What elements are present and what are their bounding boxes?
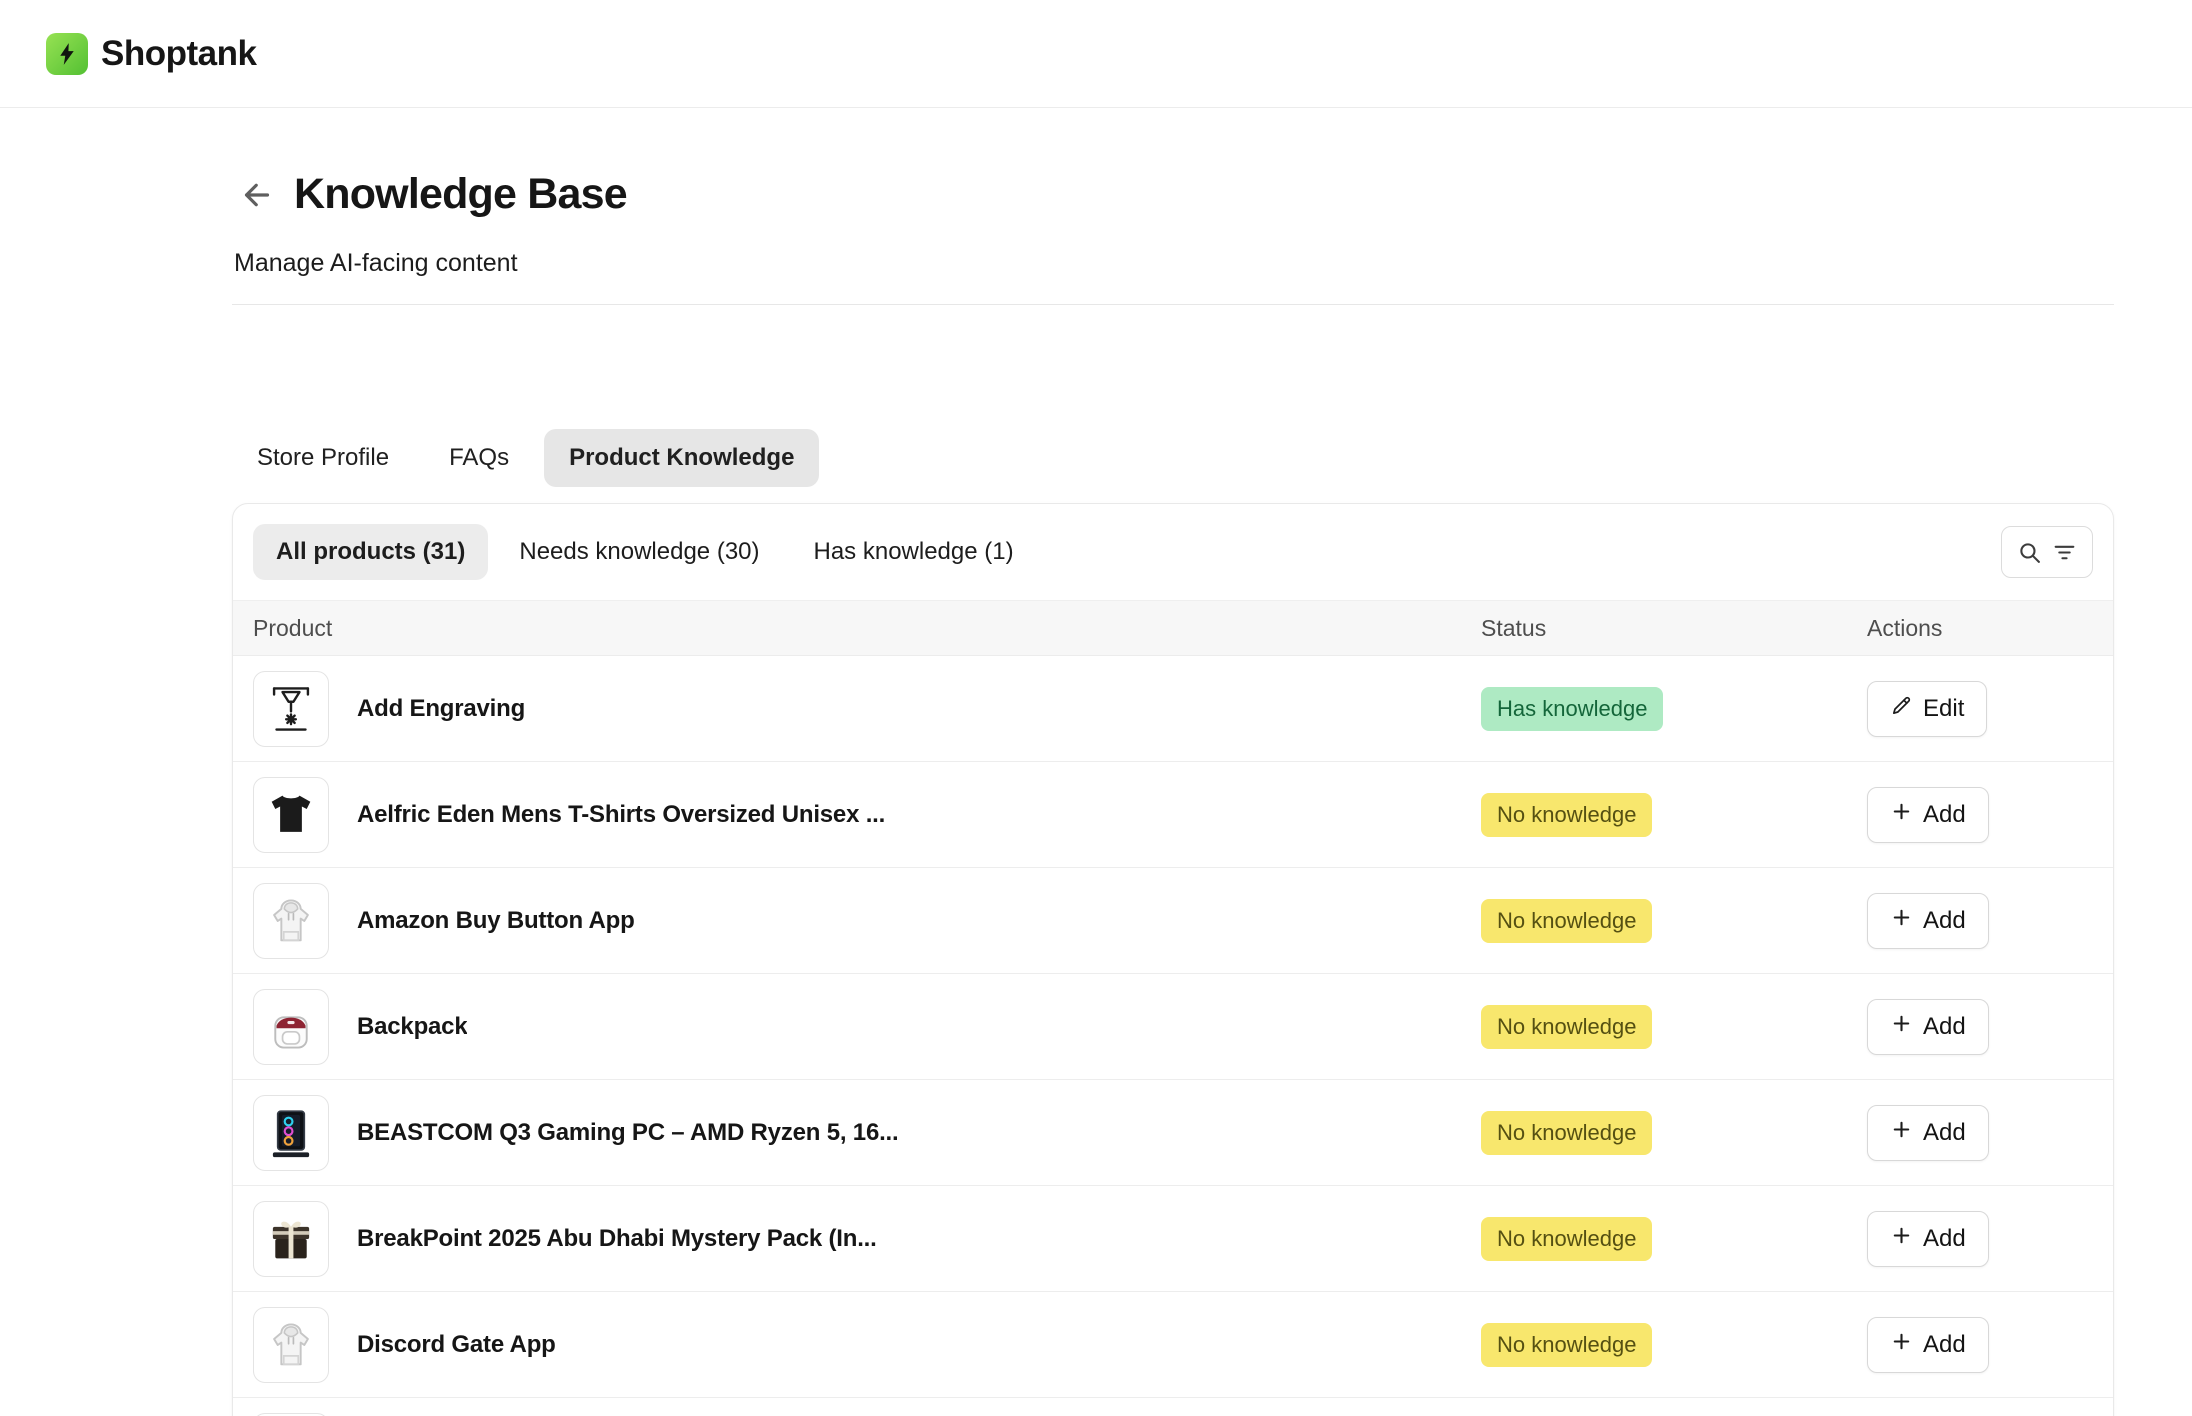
product-cell: Backpack [233, 989, 1481, 1065]
plus-icon [1890, 800, 1913, 830]
actions-cell: Edit [1867, 681, 2113, 737]
plus-icon [1890, 1012, 1913, 1042]
hoodie-white-thumbnail [253, 883, 329, 959]
add-button[interactable]: Add [1867, 1317, 1989, 1373]
add-button[interactable]: Add [1867, 787, 1989, 843]
filter-icon [2052, 540, 2077, 565]
product-cell: Add Engraving [233, 671, 1481, 747]
app-header: Shoptank [0, 0, 2192, 108]
lightning-bolt-icon [54, 41, 80, 67]
product-cell: BEASTCOM Q3 Gaming PC – AMD Ryzen 5, 16.… [233, 1095, 1481, 1171]
hoodie-white-thumbnail [253, 1307, 329, 1383]
table-row: Add Engraving Has knowledge Edit [233, 656, 2113, 762]
backpack-thumbnail [253, 989, 329, 1065]
table-row: Discord Gate App No knowledge Add [233, 1292, 2113, 1398]
actions-cell: Add [1867, 1317, 2113, 1373]
column-header-actions: Actions [1867, 615, 2113, 642]
actions-cell: Add [1867, 1105, 2113, 1161]
search-filter-button[interactable] [2001, 526, 2093, 578]
pencil-icon [1890, 694, 1913, 724]
filter-has-knowledge-1[interactable]: Has knowledge (1) [791, 524, 1037, 580]
plus-icon [1890, 1224, 1913, 1254]
gaming-pc-thumbnail [253, 1095, 329, 1171]
edit-button[interactable]: Edit [1867, 681, 1987, 737]
status-cell: Has knowledge [1481, 687, 1867, 731]
add-button[interactable]: Add [1867, 1105, 1989, 1161]
table-row: BEASTCOM Q3 Gaming PC – AMD Ryzen 5, 16.… [233, 1080, 2113, 1186]
tab-store-profile[interactable]: Store Profile [232, 429, 414, 487]
status-badge: No knowledge [1481, 1005, 1652, 1049]
product-name: Add Engraving [357, 695, 525, 723]
plus-icon [1890, 1118, 1913, 1148]
status-badge: No knowledge [1481, 899, 1652, 943]
filter-all-products-31[interactable]: All products (31) [253, 524, 488, 580]
table-row: Backpack No knowledge Add [233, 974, 2113, 1080]
table-header-row: ProductStatusActions [233, 600, 2113, 656]
table-row: Aelfric Eden Mens T-Shirts Oversized Uni… [233, 762, 2113, 868]
filter-bar: All products (31)Needs knowledge (30)Has… [253, 524, 2001, 580]
app-title: Shoptank [101, 34, 256, 74]
shoptank-logo [46, 33, 88, 75]
card-toolbar: All products (31)Needs knowledge (30)Has… [233, 504, 2113, 600]
product-cell: Discord Gate App [233, 1307, 1481, 1383]
product-cell: Aelfric Eden Mens T-Shirts Oversized Uni… [233, 777, 1481, 853]
tab-faqs[interactable]: FAQs [424, 429, 534, 487]
product-cell: BreakPoint 2025 Abu Dhabi Mystery Pack (… [233, 1201, 1481, 1277]
actions-cell: Add [1867, 1211, 2113, 1267]
status-cell: No knowledge [1481, 1111, 1867, 1155]
knowledge-card: All products (31)Needs knowledge (30)Has… [232, 503, 2114, 1416]
status-badge: No knowledge [1481, 793, 1652, 837]
status-badge: No knowledge [1481, 1217, 1652, 1261]
product-name: BreakPoint 2025 Abu Dhabi Mystery Pack (… [357, 1225, 877, 1253]
page-head: Knowledge Base [232, 170, 2114, 219]
status-badge: No knowledge [1481, 1323, 1652, 1367]
header-divider [232, 304, 2114, 305]
table-body: Add Engraving Has knowledge Edit Aelfric… [233, 656, 2113, 1416]
arrow-left-icon [239, 177, 275, 213]
status-badge: No knowledge [1481, 1111, 1652, 1155]
status-cell: No knowledge [1481, 899, 1867, 943]
product-name: Discord Gate App [357, 1331, 556, 1359]
add-button[interactable]: Add [1867, 1211, 1989, 1267]
status-cell: No knowledge [1481, 793, 1867, 837]
product-name: Aelfric Eden Mens T-Shirts Oversized Uni… [357, 801, 885, 829]
engraver-thumbnail [253, 671, 329, 747]
column-header-status: Status [1481, 615, 1867, 642]
mystery-box-thumbnail [253, 1201, 329, 1277]
page-subtitle: Manage AI-facing content [234, 249, 2114, 278]
product-name: Backpack [357, 1013, 467, 1041]
filter-needs-knowledge-30[interactable]: Needs knowledge (30) [496, 524, 782, 580]
status-cell: No knowledge [1481, 1005, 1867, 1049]
status-badge: Has knowledge [1481, 687, 1663, 731]
add-button[interactable]: Add [1867, 893, 1989, 949]
table-row: Amazon Buy Button App No knowledge Add [233, 868, 2113, 974]
tab-bar: Store ProfileFAQsProduct Knowledge [232, 429, 2114, 487]
actions-cell: Add [1867, 787, 2113, 843]
column-header-product: Product [233, 615, 1481, 642]
page-title: Knowledge Base [294, 170, 627, 219]
actions-cell: Add [1867, 999, 2113, 1055]
plus-icon [1890, 1330, 1913, 1360]
status-cell: No knowledge [1481, 1323, 1867, 1367]
table-row: BreakPoint 2025 Abu Dhabi Mystery Pack (… [233, 1186, 2113, 1292]
add-button[interactable]: Add [1867, 999, 1989, 1055]
search-icon [2017, 540, 2042, 565]
product-cell: Amazon Buy Button App [233, 883, 1481, 959]
product-name: Amazon Buy Button App [357, 907, 635, 935]
tab-product-knowledge[interactable]: Product Knowledge [544, 429, 819, 487]
page-container: Knowledge Base Manage AI-facing content … [232, 170, 2114, 1416]
tshirt-black-thumbnail [253, 777, 329, 853]
table-row [233, 1398, 2113, 1416]
back-button[interactable] [234, 172, 280, 218]
status-cell: No knowledge [1481, 1217, 1867, 1261]
product-name: BEASTCOM Q3 Gaming PC – AMD Ryzen 5, 16.… [357, 1119, 899, 1147]
actions-cell: Add [1867, 893, 2113, 949]
plus-icon [1890, 906, 1913, 936]
